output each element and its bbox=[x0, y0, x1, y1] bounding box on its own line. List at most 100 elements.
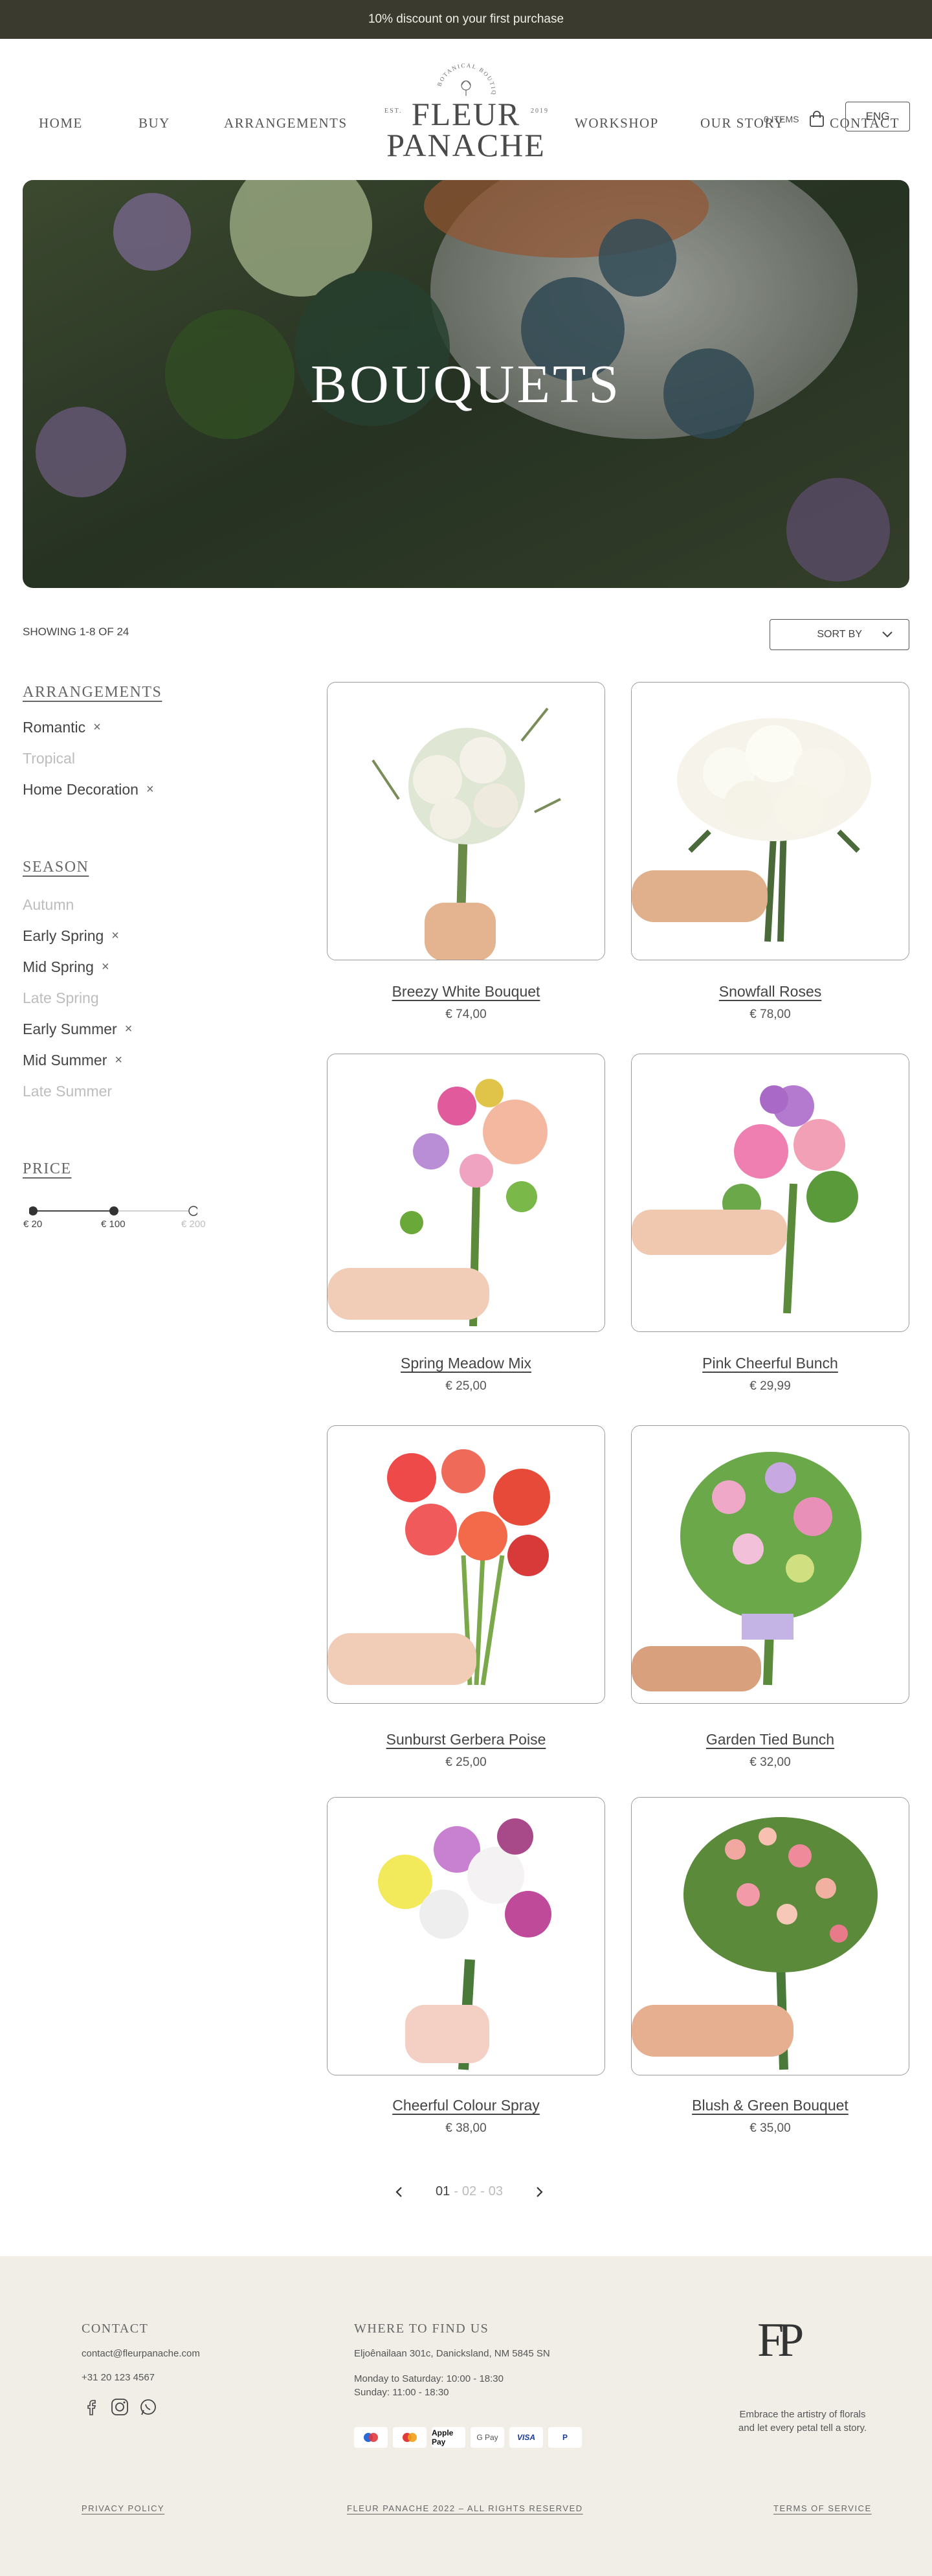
filter-romantic[interactable]: Romantic × bbox=[23, 719, 101, 736]
terms-of-service-link[interactable]: TERMS OF SERVICE bbox=[773, 2503, 872, 2513]
nav-buy[interactable]: BUY bbox=[139, 115, 170, 131]
product-name[interactable]: Blush & Green Bouquet bbox=[631, 2097, 909, 2114]
price-min-handle[interactable] bbox=[29, 1206, 38, 1215]
logo-est: EST. bbox=[384, 107, 403, 115]
product-card[interactable] bbox=[327, 1425, 605, 1704]
social-links bbox=[82, 2397, 158, 2417]
promo-banner: 10% discount on your first purchase bbox=[0, 0, 932, 39]
product-card[interactable] bbox=[327, 1797, 605, 2075]
filter-label: Early Summer bbox=[23, 1021, 117, 1037]
product-image bbox=[632, 683, 909, 960]
maestro-icon bbox=[354, 2427, 388, 2448]
close-icon[interactable]: × bbox=[102, 960, 109, 975]
nav-home[interactable]: HOME bbox=[39, 115, 83, 131]
product-price: € 29,99 bbox=[749, 1379, 791, 1393]
page-3[interactable]: 03 bbox=[489, 2184, 503, 2199]
price-label-mid: € 100 bbox=[101, 1219, 126, 1230]
product-card[interactable] bbox=[631, 682, 909, 960]
page-current[interactable]: 01 bbox=[436, 2184, 450, 2199]
product-image bbox=[327, 1054, 605, 1331]
product-card[interactable] bbox=[327, 682, 605, 960]
chevron-left-icon[interactable] bbox=[395, 2186, 404, 2198]
product-price: € 74,00 bbox=[445, 1008, 487, 1021]
filter-late-spring[interactable]: Late Spring bbox=[23, 989, 99, 1007]
product-name[interactable]: Breezy White Bouquet bbox=[327, 983, 605, 1000]
logo-line-2: PANACHE bbox=[386, 127, 546, 163]
filter-late-summer[interactable]: Late Summer bbox=[23, 1083, 112, 1100]
instagram-icon[interactable] bbox=[110, 2397, 129, 2417]
product-image bbox=[632, 1426, 909, 1703]
product-price: € 35,00 bbox=[749, 2121, 791, 2135]
product-card[interactable] bbox=[631, 1054, 909, 1332]
product-name[interactable]: Snowfall Roses bbox=[631, 983, 909, 1000]
nav-workshop[interactable]: WORKSHOP bbox=[575, 115, 659, 131]
filter-tropical[interactable]: Tropical bbox=[23, 750, 75, 767]
filter-early-spring[interactable]: Early Spring × bbox=[23, 927, 119, 945]
chevron-right-icon[interactable] bbox=[535, 2186, 544, 2198]
cart-button[interactable]: 0 ITEMS bbox=[764, 110, 826, 128]
product-price: € 32,00 bbox=[749, 1756, 791, 1769]
sort-dropdown[interactable]: SORT BY bbox=[770, 619, 909, 650]
language-selector[interactable]: ENG bbox=[845, 102, 910, 131]
filter-label: Romantic bbox=[23, 719, 86, 736]
footer-find-title: WHERE TO FIND US bbox=[354, 2322, 489, 2336]
footer-tagline: Embrace the artistry of florals and let … bbox=[712, 2408, 893, 2435]
page-separator: - bbox=[480, 2184, 485, 2198]
product-image bbox=[327, 1426, 605, 1703]
page-separator: - bbox=[454, 2184, 458, 2198]
hero-title: BOUQUETS bbox=[310, 354, 621, 414]
footer-hours-sunday: Sunday: 11:00 - 18:30 bbox=[354, 2387, 449, 2398]
product-image bbox=[632, 1798, 909, 2075]
chevron-down-icon bbox=[882, 631, 893, 638]
filter-home-decoration[interactable]: Home Decoration × bbox=[23, 781, 154, 798]
price-label-min: € 20 bbox=[23, 1219, 43, 1230]
whatsapp-icon[interactable] bbox=[139, 2397, 158, 2417]
product-name[interactable]: Pink Cheerful Bunch bbox=[631, 1355, 909, 1372]
close-icon[interactable]: × bbox=[115, 1053, 122, 1068]
logo-year: 2019 bbox=[531, 107, 549, 115]
filter-mid-summer[interactable]: Mid Summer × bbox=[23, 1052, 122, 1069]
product-price: € 38,00 bbox=[445, 2121, 487, 2135]
product-name[interactable]: Sunburst Gerbera Poise bbox=[327, 1731, 605, 1748]
close-icon[interactable]: × bbox=[111, 929, 119, 943]
footer-monogram: FP bbox=[757, 2314, 804, 2367]
mastercard-icon bbox=[393, 2427, 427, 2448]
footer-email[interactable]: contact@fleurpanache.com bbox=[82, 2347, 200, 2360]
footer-contact-title: CONTACT bbox=[82, 2322, 149, 2336]
product-card[interactable] bbox=[631, 1425, 909, 1704]
footer-tagline-2: and let every petal tell a story. bbox=[738, 2423, 867, 2434]
filter-autumn[interactable]: Autumn bbox=[23, 896, 74, 914]
price-mid-handle[interactable] bbox=[109, 1206, 118, 1215]
brand-logo[interactable]: BOTANICAL BOUTIQUE EST. 2019 FLEUR PANAC… bbox=[369, 53, 563, 163]
cart-label: 0 ITEMS bbox=[764, 114, 799, 124]
price-range-slider[interactable] bbox=[29, 1204, 197, 1217]
product-name[interactable]: Spring Meadow Mix bbox=[327, 1355, 605, 1372]
page-2[interactable]: 02 bbox=[462, 2184, 476, 2199]
product-name[interactable]: Cheerful Colour Spray bbox=[327, 2097, 605, 2114]
results-count: SHOWING 1-8 OF 24 bbox=[23, 626, 129, 638]
close-icon[interactable]: × bbox=[146, 782, 154, 797]
filter-label: Home Decoration bbox=[23, 781, 139, 798]
price-max-handle[interactable] bbox=[188, 1206, 197, 1216]
filter-mid-spring[interactable]: Mid Spring × bbox=[23, 958, 109, 976]
product-card[interactable] bbox=[631, 1797, 909, 2075]
product-card[interactable] bbox=[327, 1054, 605, 1332]
product-price: € 25,00 bbox=[445, 1756, 487, 1769]
filter-season-title: SEASON bbox=[23, 859, 89, 876]
product-price: € 25,00 bbox=[445, 1379, 487, 1393]
filter-early-summer[interactable]: Early Summer × bbox=[23, 1021, 132, 1038]
footer-phone[interactable]: +31 20 123 4567 bbox=[82, 2371, 155, 2384]
facebook-icon[interactable] bbox=[82, 2397, 101, 2417]
copyright-link[interactable]: FLEUR PANACHE 2022 – ALL RIGHTS RESERVED bbox=[347, 2503, 583, 2513]
footer-address: Eljoênailaan 301c, Danicksland, NM 5845 … bbox=[354, 2348, 550, 2359]
nav-arrangements[interactable]: ARRANGEMENTS bbox=[224, 115, 348, 131]
filter-label: Late Spring bbox=[23, 989, 99, 1006]
product-name[interactable]: Garden Tied Bunch bbox=[631, 1731, 909, 1748]
payment-methods: Apple Pay G Pay VISA P bbox=[354, 2427, 587, 2448]
close-icon[interactable]: × bbox=[125, 1022, 133, 1037]
privacy-policy-link[interactable]: PRIVACY POLICY bbox=[82, 2503, 164, 2513]
footer-tagline-1: Embrace the artistry of florals bbox=[739, 2409, 866, 2420]
logo-crest-icon: BOTANICAL BOUTIQUE bbox=[430, 53, 496, 96]
product-image bbox=[327, 1798, 605, 2075]
close-icon[interactable]: × bbox=[93, 720, 101, 735]
